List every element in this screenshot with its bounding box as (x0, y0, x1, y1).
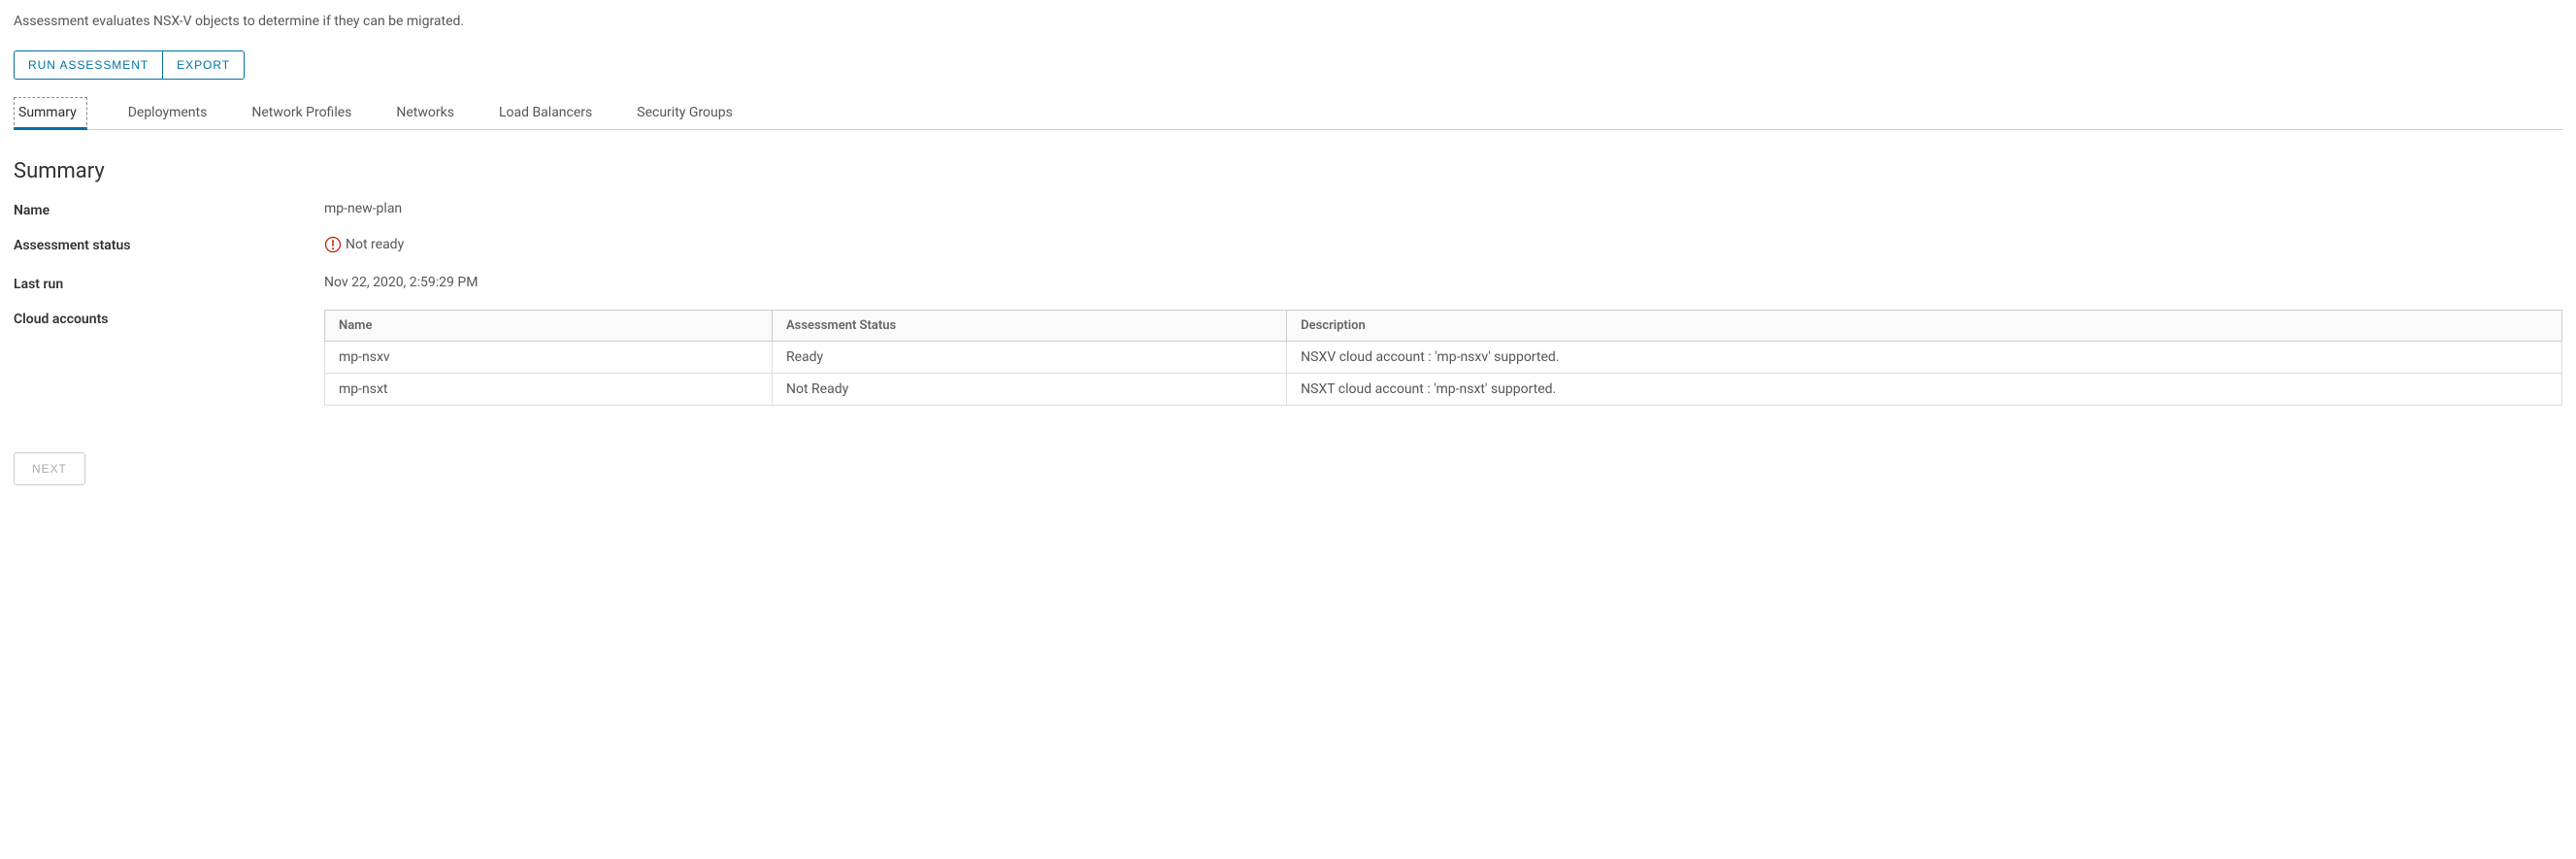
next-button[interactable]: NEXT (14, 452, 85, 485)
table-row: mp-nsxv Ready NSXV cloud account : 'mp-n… (325, 342, 2562, 374)
table-row: mp-nsxt Not Ready NSXT cloud account : '… (325, 374, 2562, 406)
lastrun-label: Last run (14, 275, 324, 292)
cloud-accounts-table: Name Assessment Status Description mp-ns… (324, 310, 2562, 406)
tab-networks[interactable]: Networks (392, 97, 458, 129)
export-button[interactable]: EXPORT (162, 50, 245, 80)
status-value-wrap: Not ready (324, 236, 404, 257)
section-title: Summary (14, 159, 2562, 183)
lastrun-value: Nov 22, 2020, 2:59:29 PM (324, 275, 478, 290)
run-assessment-button[interactable]: RUN ASSESSMENT (14, 50, 162, 80)
tab-network-profiles[interactable]: Network Profiles (248, 97, 355, 129)
field-assessment-status: Assessment status Not ready (14, 236, 2562, 257)
action-button-group: RUN ASSESSMENT EXPORT (14, 50, 245, 80)
col-header-status[interactable]: Assessment Status (773, 311, 1287, 342)
cell-name: mp-nsxv (325, 342, 773, 374)
cell-description: NSXT cloud account : 'mp-nsxt' supported… (1287, 374, 2562, 406)
cell-name: mp-nsxt (325, 374, 773, 406)
col-header-description[interactable]: Description (1287, 311, 2562, 342)
tab-load-balancers[interactable]: Load Balancers (495, 97, 596, 129)
name-label: Name (14, 201, 324, 218)
table-header-row: Name Assessment Status Description (325, 311, 2562, 342)
field-last-run: Last run Nov 22, 2020, 2:59:29 PM (14, 275, 2562, 292)
field-cloud-accounts: Cloud accounts Name Assessment Status De… (14, 310, 2562, 406)
col-header-name[interactable]: Name (325, 311, 773, 342)
cloud-accounts-table-wrap: Name Assessment Status Description mp-ns… (324, 310, 2562, 406)
field-name: Name mp-new-plan (14, 201, 2562, 218)
tab-bar: Summary Deployments Network Profiles Net… (14, 97, 2562, 130)
tab-summary[interactable]: Summary (14, 97, 87, 130)
cell-status: Ready (773, 342, 1287, 374)
status-value: Not ready (346, 237, 404, 252)
cell-description: NSXV cloud account : 'mp-nsxv' supported… (1287, 342, 2562, 374)
tab-security-groups[interactable]: Security Groups (633, 97, 737, 129)
warning-icon (324, 236, 342, 253)
tab-deployments[interactable]: Deployments (124, 97, 212, 129)
cloud-label: Cloud accounts (14, 310, 324, 327)
page-description: Assessment evaluates NSX-V objects to de… (14, 14, 2562, 29)
status-label: Assessment status (14, 236, 324, 253)
name-value: mp-new-plan (324, 201, 402, 216)
cell-status: Not Ready (773, 374, 1287, 406)
